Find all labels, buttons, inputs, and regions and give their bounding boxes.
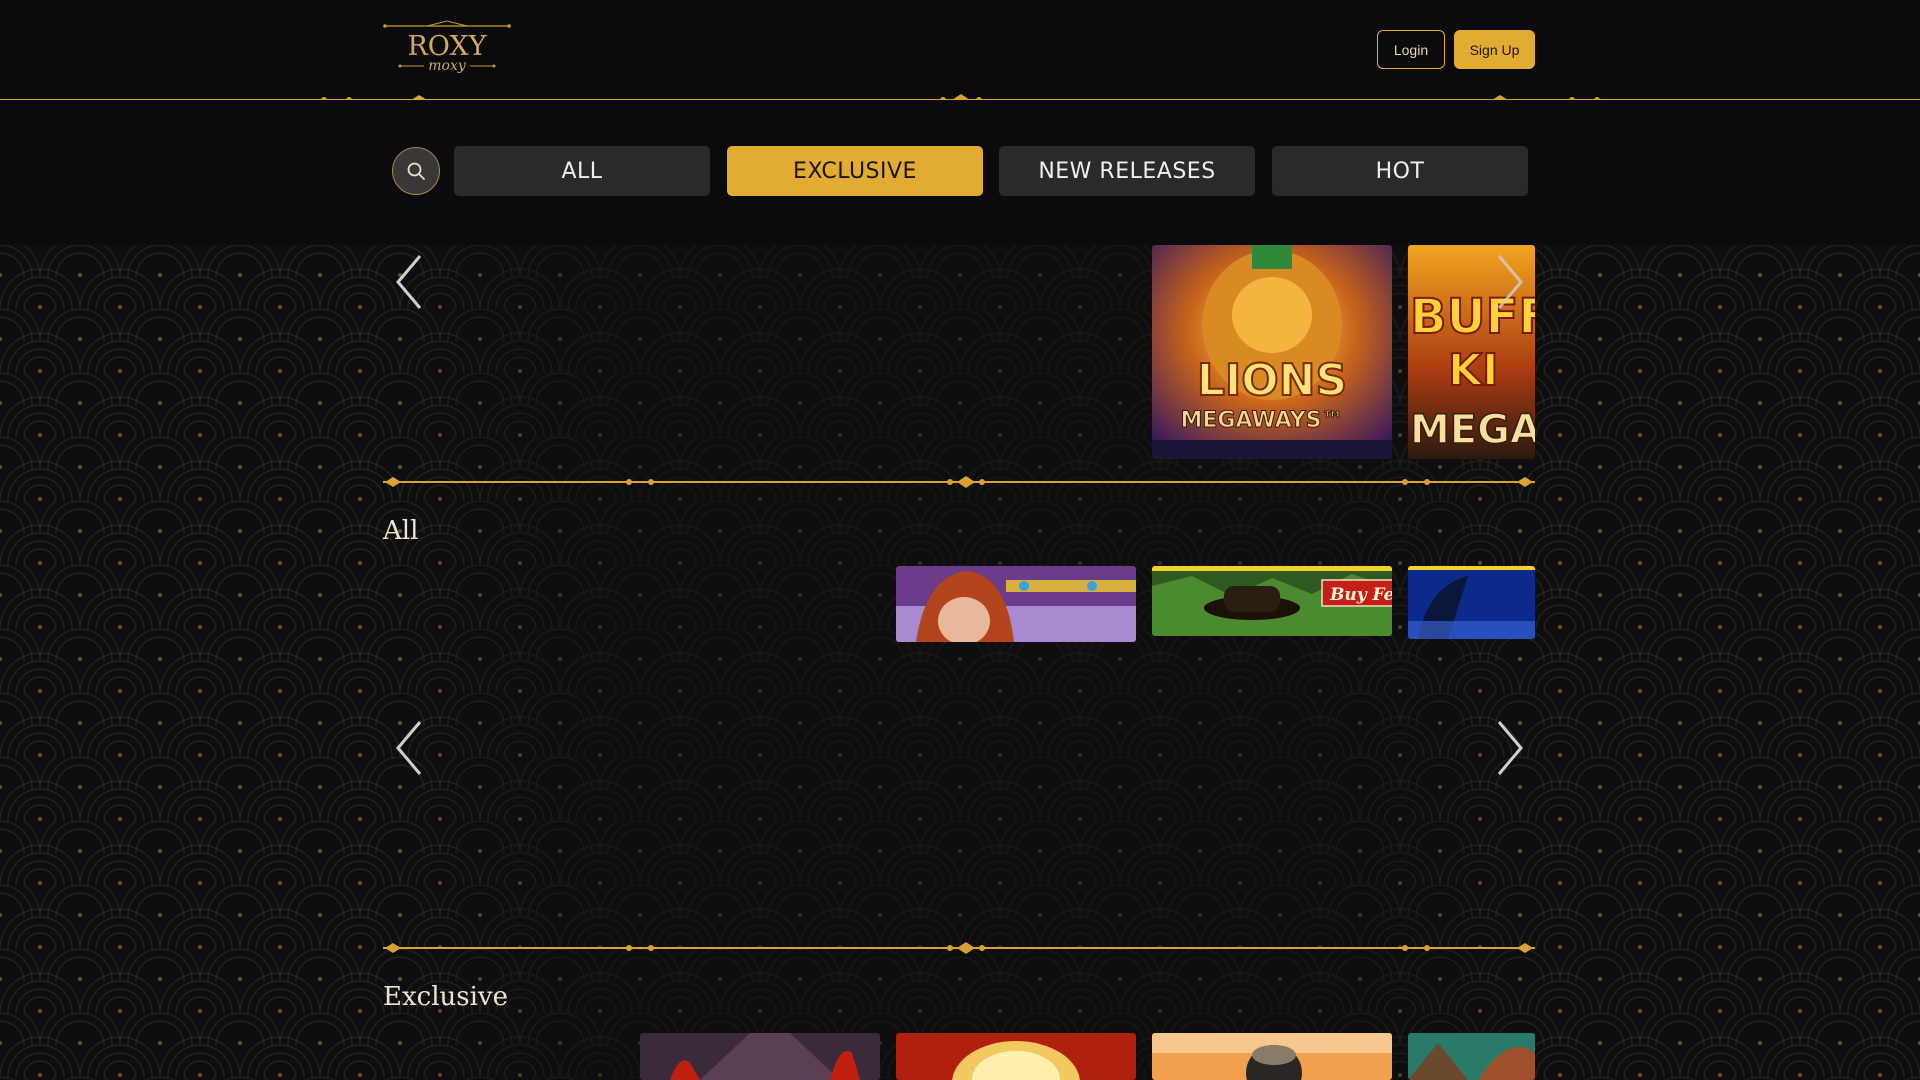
roxy-moxy-logo[interactable]: ROXY moxy bbox=[382, 20, 512, 78]
game-thumbnail bbox=[640, 1033, 880, 1080]
game-thumbnail: Buy Fea bbox=[1152, 566, 1392, 636]
game-card[interactable] bbox=[1152, 1033, 1392, 1080]
buy-feature-badge: Buy Fea bbox=[1329, 585, 1392, 605]
section-divider bbox=[383, 476, 1535, 488]
game-card[interactable]: Buy Fea bbox=[1152, 566, 1392, 636]
login-button[interactable]: Login bbox=[1377, 30, 1445, 69]
section-title-exclusive: Exclusive bbox=[383, 982, 508, 1012]
tab-hot[interactable]: HOT bbox=[1272, 146, 1528, 196]
tab-exclusive[interactable]: EXCLUSIVE bbox=[727, 146, 983, 196]
featured-next-arrow[interactable] bbox=[1491, 252, 1527, 312]
tab-all[interactable]: ALL bbox=[454, 146, 710, 196]
game-card-5-lions-megaways[interactable]: LIONS MEGAWAYS™ bbox=[1152, 245, 1392, 459]
card-subtitle: MEGAWAYS™ bbox=[1181, 408, 1344, 433]
card-title-line2: KI bbox=[1448, 345, 1498, 396]
game-thumbnail bbox=[1408, 1033, 1535, 1080]
game-card[interactable] bbox=[1408, 1033, 1535, 1080]
logo-text-moxy: moxy bbox=[428, 58, 467, 74]
game-card[interactable] bbox=[1408, 566, 1535, 639]
game-thumbnail bbox=[1152, 1033, 1392, 1080]
game-thumbnail bbox=[896, 566, 1136, 642]
section-divider bbox=[383, 942, 1535, 954]
game-thumbnail bbox=[1408, 566, 1535, 639]
sign-up-button[interactable]: Sign Up bbox=[1454, 30, 1535, 69]
all-prev-arrow[interactable] bbox=[392, 718, 428, 778]
game-card[interactable] bbox=[896, 1033, 1136, 1080]
tab-new-releases[interactable]: NEW RELEASES bbox=[999, 146, 1255, 196]
game-thumbnail bbox=[896, 1033, 1136, 1080]
category-filter-bar: ALL EXCLUSIVE NEW RELEASES HOT bbox=[0, 100, 1920, 245]
featured-prev-arrow[interactable] bbox=[392, 252, 428, 312]
all-next-arrow[interactable] bbox=[1491, 718, 1527, 778]
card-subtitle: MEGA bbox=[1410, 407, 1535, 453]
card-title: LIONS bbox=[1197, 355, 1347, 406]
game-card[interactable] bbox=[640, 1033, 880, 1080]
search-button[interactable] bbox=[392, 147, 440, 195]
site-header: ROXY moxy Login Sign Up bbox=[0, 0, 1920, 100]
game-thumbnail: LIONS MEGAWAYS™ bbox=[1152, 245, 1392, 459]
game-card[interactable] bbox=[896, 566, 1136, 642]
search-icon bbox=[407, 162, 425, 180]
section-title-all: All bbox=[383, 516, 419, 546]
